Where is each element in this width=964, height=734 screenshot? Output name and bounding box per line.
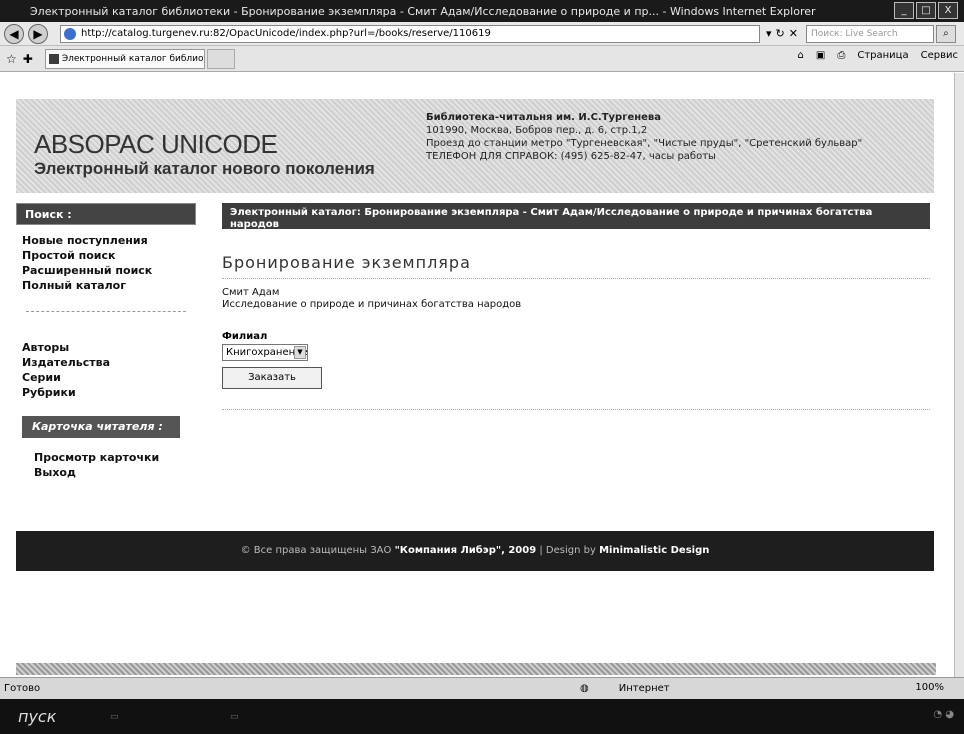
stop-icon[interactable]: ✕ — [789, 27, 798, 40]
tools-menu[interactable]: Сервис — [921, 50, 958, 61]
branch-label: Филиал — [222, 331, 268, 342]
content-divider — [222, 409, 930, 410]
taskbar-item[interactable]: ▭ — [110, 712, 230, 722]
close-button[interactable]: X — [938, 2, 958, 19]
sidebar-item-publishers[interactable]: Издательства — [22, 355, 196, 370]
page-viewport: ABSOPAC UNICODE Электронный каталог ново… — [0, 73, 954, 677]
search-icon[interactable]: ⌕ — [935, 24, 956, 43]
sidebar-item-advanced-search[interactable]: Расширенный поиск — [22, 263, 196, 278]
footer-copyright: © Все права защищены ЗАО — [240, 545, 392, 556]
command-bar: ⌂ ▣ ⎙ Страница Сервис — [798, 50, 958, 61]
order-button[interactable]: Заказать — [222, 367, 322, 389]
dropdown-icon[interactable]: ▾ — [766, 27, 772, 40]
vertical-scrollbar[interactable] — [954, 73, 964, 677]
book-title: Исследование о природе и причинах богатс… — [222, 299, 522, 310]
taskbar-item[interactable]: ▭ — [230, 712, 350, 722]
sidebar-item-series[interactable]: Серии — [22, 370, 196, 385]
back-arrow-icon[interactable]: ◀ — [4, 23, 24, 44]
url-text: http://catalog.turgenev.ru:82/OpacUnicod… — [81, 27, 491, 39]
ie-page-icon — [64, 27, 76, 40]
star-icon[interactable]: ☆ — [6, 52, 17, 66]
home-icon[interactable]: ⌂ — [798, 50, 804, 61]
sidebar-item-logout[interactable]: Выход — [34, 465, 196, 480]
horizontal-scrollbar[interactable] — [16, 663, 936, 675]
security-zone: Интернет — [618, 683, 670, 694]
print-icon[interactable]: ⎙ — [837, 50, 845, 61]
library-address: 101990, Москва, Бобров пер., д. 6, стр.1… — [426, 125, 648, 136]
start-button[interactable]: пуск — [0, 707, 110, 726]
site-footer: © Все права защищены ЗАО "Компания Либэр… — [16, 531, 934, 571]
breadcrumb: Электронный каталог: Бронирование экземп… — [222, 203, 930, 229]
window-titlebar: Электронный каталог библиотеки - Брониро… — [0, 0, 964, 22]
window-title: Электронный каталог библиотеки - Брониро… — [30, 4, 816, 18]
title-divider — [222, 278, 930, 279]
forward-arrow-icon[interactable]: ▶ — [28, 23, 48, 44]
sidebar-item-new-arrivals[interactable]: Новые поступления — [22, 233, 196, 248]
sidebar-item-simple-search[interactable]: Простой поиск — [22, 248, 196, 263]
zoom-level[interactable]: 100% — [915, 682, 944, 693]
sidebar-divider — [26, 311, 186, 312]
maximize-button[interactable]: □ — [916, 2, 936, 19]
globe-icon: ◍ — [580, 683, 589, 694]
library-name: Библиотека-читальня им. И.С.Тургенева — [426, 112, 661, 123]
footer-design-link[interactable]: Minimalistic Design — [599, 545, 709, 556]
status-text: Готово — [4, 683, 41, 694]
logo-title: ABSOPAC UNICODE — [34, 129, 278, 159]
library-phone: ТЕЛЕФОН ДЛЯ СПРАВОК: (495) 625-82-47, ча… — [426, 151, 716, 162]
logo-subtitle: Электронный каталог нового поколения — [34, 159, 375, 178]
new-tab-button[interactable] — [206, 48, 235, 69]
sidebar: Поиск : Новые поступления Простой поиск … — [16, 203, 196, 480]
library-directions: Проезд до станции метро "Тургеневская", … — [426, 138, 863, 149]
index-links: Авторы Издательства Серии Рубрики — [16, 332, 196, 404]
main-content: Электронный каталог: Бронирование экземп… — [222, 203, 930, 410]
search-links: Новые поступления Простой поиск Расширен… — [16, 225, 196, 297]
minimize-button[interactable]: _ — [894, 2, 914, 19]
window-controls: _ □ X — [894, 2, 958, 19]
reader-card-heading: Карточка читателя : — [22, 416, 180, 438]
sidebar-item-authors[interactable]: Авторы — [22, 340, 196, 355]
sidebar-item-full-catalog[interactable]: Полный каталог — [22, 278, 196, 293]
browser-tab[interactable]: Электронный каталог библиотеки - Брониро… — [44, 48, 205, 69]
system-tray: ◔ ◕ — [933, 709, 954, 720]
search-input[interactable]: Поиск: Live Search — [805, 24, 934, 43]
branch-select[interactable]: Книгохранение ▼ — [222, 344, 308, 361]
tab-toolbar: ☆ ✚ Электронный каталог библиотеки - Бро… — [0, 46, 964, 72]
add-favorite-icon[interactable]: ✚ — [23, 52, 33, 66]
library-info: Библиотека-читальня им. И.С.Тургенева 10… — [426, 111, 934, 163]
url-field[interactable]: http://catalog.turgenev.ru:82/OpacUnicod… — [60, 24, 760, 43]
sidebar-item-view-card[interactable]: Просмотр карточки — [34, 450, 196, 465]
page-menu[interactable]: Страница — [857, 50, 908, 61]
sidebar-item-rubrics[interactable]: Рубрики — [22, 385, 196, 400]
search-heading: Поиск : — [16, 203, 196, 225]
url-tools: ▾ ↻ ✕ — [766, 27, 798, 40]
favorites-icons: ☆ ✚ — [0, 52, 33, 66]
footer-company: "Компания Либэр", 2009 — [394, 545, 537, 556]
refresh-icon[interactable]: ↻ — [776, 27, 785, 40]
taskbar: пуск ▭ ▭ ◔ ◕ — [0, 699, 964, 734]
chevron-down-icon[interactable]: ▼ — [294, 346, 306, 359]
book-author: Смит Адам — [222, 287, 280, 298]
card-links: Просмотр карточки Выход — [16, 438, 196, 480]
site-header: ABSOPAC UNICODE Электронный каталог ново… — [16, 99, 934, 193]
status-bar: Готово ◍ Интернет 100% — [0, 677, 964, 699]
footer-design-prefix: | Design by — [539, 545, 596, 556]
feed-icon[interactable]: ▣ — [816, 50, 825, 61]
page-title: Бронирование экземпляра — [222, 253, 471, 272]
address-toolbar: ◀ ▶ http://catalog.turgenev.ru:82/OpacUn… — [0, 22, 964, 46]
